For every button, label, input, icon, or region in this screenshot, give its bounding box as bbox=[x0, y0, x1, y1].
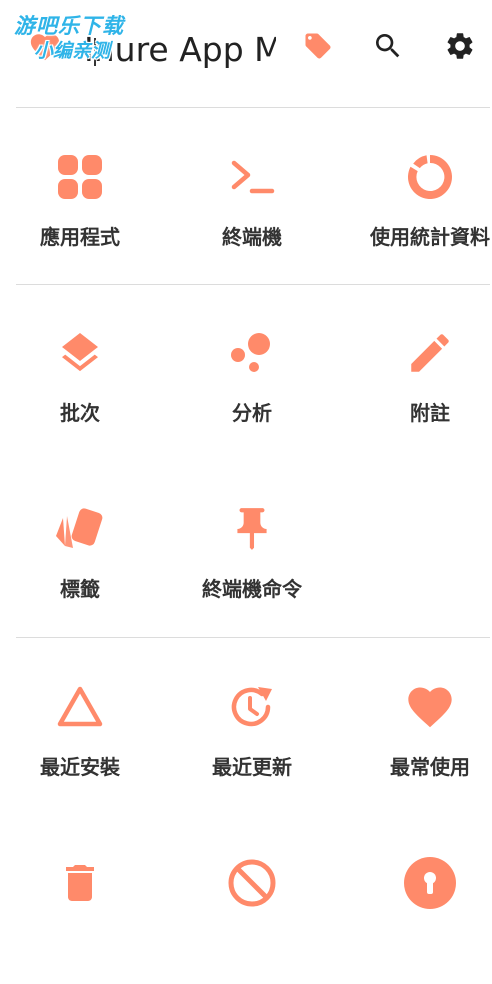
tile-analytics[interactable]: 分析 bbox=[172, 304, 332, 454]
gear-icon bbox=[444, 30, 476, 66]
tile-label: 應用程式 bbox=[40, 225, 120, 249]
tile-batch[interactable]: 批次 bbox=[0, 304, 160, 454]
trash-icon bbox=[53, 856, 107, 910]
tile-label: 最常使用 bbox=[390, 755, 470, 779]
tile-recently-updated[interactable]: 最近更新 bbox=[172, 658, 332, 808]
tile-label: 分析 bbox=[232, 401, 272, 425]
tag-filter-button[interactable] bbox=[296, 26, 340, 70]
update-clock-icon bbox=[225, 680, 279, 734]
tile-terminal-commands[interactable]: 終端機命令 bbox=[172, 480, 332, 630]
tile-terminal[interactable]: 終端機 bbox=[172, 128, 332, 278]
heart-icon bbox=[403, 680, 457, 734]
tile-usage-stats[interactable]: 使用統計資料 bbox=[350, 128, 492, 278]
tile-label: 使用統計資料 bbox=[370, 225, 490, 249]
bubbles-icon bbox=[225, 326, 279, 380]
tag-cards-icon bbox=[53, 502, 107, 556]
app-header: Inure App Manager 游吧乐下载 小编亲测 bbox=[0, 0, 492, 100]
tile-label: 終端機 bbox=[222, 225, 282, 249]
tile-notes[interactable]: 附註 bbox=[350, 304, 492, 454]
keyhole-icon bbox=[403, 856, 457, 910]
usage-ring-icon bbox=[403, 150, 457, 204]
pencil-icon bbox=[403, 326, 457, 380]
tile-most-used[interactable]: 最常使用 bbox=[350, 658, 492, 808]
settings-button[interactable] bbox=[438, 26, 482, 70]
app-title: Inure App Manager bbox=[84, 30, 276, 69]
section-divider bbox=[16, 284, 490, 285]
tag-icon bbox=[303, 31, 333, 65]
section-divider bbox=[16, 107, 490, 108]
tile-label: 最近安裝 bbox=[40, 755, 120, 779]
search-button[interactable] bbox=[366, 26, 410, 70]
terminal-icon bbox=[225, 150, 279, 204]
pin-icon bbox=[225, 502, 279, 556]
tile-label: 終端機命令 bbox=[202, 577, 302, 601]
layers-icon bbox=[53, 326, 107, 380]
search-icon bbox=[372, 30, 404, 66]
text-cursor bbox=[94, 38, 96, 66]
tile-tags[interactable]: 標籤 bbox=[0, 480, 160, 630]
tile-recently-installed[interactable]: 最近安裝 bbox=[0, 658, 160, 808]
section-divider bbox=[16, 637, 490, 638]
tile-label: 標籤 bbox=[60, 577, 100, 601]
tile-keyhole[interactable] bbox=[350, 834, 492, 984]
tile-trash[interactable] bbox=[0, 834, 160, 984]
app-logo-icon bbox=[28, 30, 62, 64]
triangle-icon bbox=[53, 680, 107, 734]
tile-label: 最近更新 bbox=[212, 755, 292, 779]
block-icon bbox=[225, 856, 279, 910]
tile-label: 附註 bbox=[410, 401, 450, 425]
tile-blocked[interactable] bbox=[172, 834, 332, 984]
tile-label: 批次 bbox=[60, 401, 100, 425]
tile-apps[interactable]: 應用程式 bbox=[0, 128, 160, 278]
apps-grid-icon bbox=[53, 150, 107, 204]
